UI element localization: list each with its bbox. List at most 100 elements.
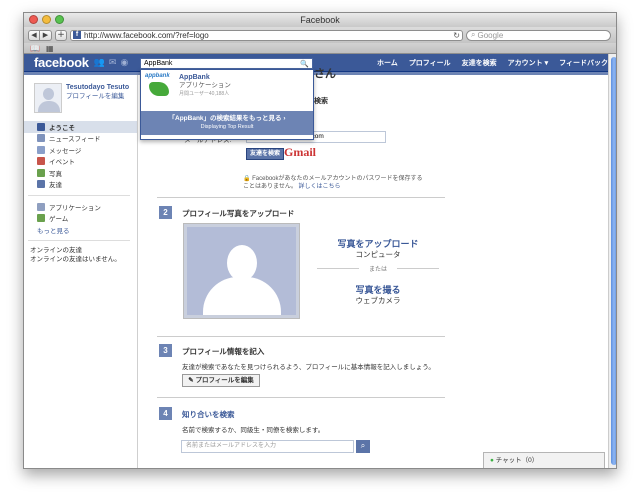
- title-bar: Facebook: [24, 13, 616, 27]
- facebook-logo[interactable]: facebook: [34, 55, 89, 70]
- silhouette-head: [227, 245, 257, 281]
- search-suggestions-dropdown: appbank AppBank アプリケーション 月間ユーザー40,188人 「…: [140, 69, 314, 140]
- upload-computer-label: コンピュータ: [355, 250, 401, 259]
- sidebar-item-events[interactable]: イベント: [24, 156, 137, 168]
- left-sidebar: Tesutodayo Tesuto プロフィールを編集 ようこそ ニュースフィー…: [24, 75, 138, 468]
- step3-number: 3: [159, 344, 172, 357]
- step-divider: [157, 336, 445, 337]
- suggestion-name: AppBank: [179, 74, 210, 81]
- or-separator: または: [317, 264, 439, 273]
- friend-search-input[interactable]: 名前またはメールアドレスを入力: [181, 440, 354, 453]
- step4-title[interactable]: 知り合いを検索: [182, 409, 235, 420]
- appbank-mascot-icon: [149, 82, 169, 96]
- messages-icon[interactable]: ✉: [109, 58, 117, 68]
- edit-profile-link[interactable]: プロフィールを編集: [66, 92, 129, 101]
- edit-profile-button[interactable]: ✎ プロフィールを編集: [182, 374, 260, 387]
- chat-bar[interactable]: ● チャット（0）: [483, 452, 605, 468]
- divider: [28, 240, 130, 241]
- chat-label: チャット（0）: [495, 457, 539, 464]
- sidebar-item-messages[interactable]: メッセージ: [24, 144, 137, 156]
- online-status-icon: ●: [490, 457, 494, 464]
- search-icon: ⌕: [471, 30, 476, 39]
- find-friends-button[interactable]: 友達を検索: [246, 148, 284, 160]
- search-icon[interactable]: 🔍: [300, 60, 309, 68]
- see-more-results[interactable]: 「AppBank」の検索結果をもっと見る › Displaying Top Re…: [141, 111, 313, 135]
- silhouette-body: [203, 277, 281, 315]
- page-heading: さん: [314, 68, 336, 80]
- calendar-icon: [37, 157, 45, 166]
- notifications-icon[interactable]: ◉: [120, 58, 128, 68]
- silhouette-image: [187, 227, 296, 315]
- appbank-logo: appbank: [145, 73, 175, 108]
- see-more-sub: Displaying Top Result: [200, 124, 254, 130]
- webcam-label: ウェブカメラ: [355, 296, 401, 305]
- online-friends: オンラインの友達 オンラインの友達はいません。: [30, 246, 137, 264]
- gmail-logo: Gmail: [284, 145, 316, 159]
- minimize-button[interactable]: [42, 15, 51, 24]
- notification-jewels: 👥 ✉ ◉: [94, 58, 129, 68]
- suggestion-users: 月間ユーザー40,188人: [179, 91, 230, 97]
- step2-title: プロフィール写真をアップロード: [182, 209, 295, 218]
- sidebar-item-welcome[interactable]: ようこそ: [24, 121, 137, 133]
- sidebar-item-games[interactable]: ゲーム: [24, 213, 137, 225]
- sidebar-item-apps[interactable]: アプリケーション: [24, 201, 137, 213]
- scrollbar[interactable]: [608, 54, 616, 468]
- close-button[interactable]: [29, 15, 38, 24]
- reload-icon[interactable]: ↻: [453, 31, 460, 40]
- suggestion-type: アプリケーション: [179, 82, 231, 89]
- privacy-line2: ことはありません。: [243, 184, 297, 190]
- sidebar-apps: アプリケーション ゲーム: [24, 201, 137, 224]
- forward-button[interactable]: ▶: [40, 29, 52, 41]
- facebook-search-input[interactable]: AppBank 🔍: [140, 58, 313, 69]
- online-friends-title[interactable]: オンラインの友達: [30, 246, 137, 255]
- step3-description: 友達が検索であなたを見つけられるよう、プロフィールに基本情報を記入しましょう。: [182, 364, 435, 371]
- back-button[interactable]: ◀: [28, 29, 40, 41]
- newsfeed-icon: [37, 134, 45, 143]
- profile-photo-placeholder[interactable]: [183, 223, 300, 319]
- scrollbar-thumb[interactable]: [611, 57, 616, 465]
- profile-summary: Tesutodayo Tesuto プロフィールを編集: [34, 83, 137, 113]
- browser-search-field[interactable]: ⌕ Google: [466, 29, 611, 41]
- privacy-notice: 🔒 Facebookがあなたのメールアカウントのパスワードを保存する ことはあり…: [243, 175, 443, 191]
- facebook-favicon-icon: f: [73, 31, 81, 39]
- sidebar-item-newsfeed[interactable]: ニュースフィード: [24, 133, 137, 145]
- url-text: http://www.facebook.com/?ref=logo: [84, 30, 209, 40]
- window-title: Facebook: [300, 15, 340, 25]
- add-bookmark-button[interactable]: +: [55, 29, 67, 41]
- user-name[interactable]: Tesutodayo Tesuto: [66, 83, 129, 92]
- suggestion-appbank[interactable]: appbank AppBank アプリケーション 月間ユーザー40,188人: [141, 70, 313, 111]
- search-query: AppBank: [144, 60, 173, 67]
- top-nav: ホーム プロフィール 友達を検索 アカウント ▾ フィードバック: [377, 54, 608, 72]
- sidebar-item-friends[interactable]: 友達: [24, 179, 137, 191]
- step1-label: 検索: [314, 98, 328, 105]
- friend-search-button[interactable]: ⌕: [356, 440, 370, 453]
- avatar[interactable]: [34, 83, 62, 113]
- nav-feedback[interactable]: フィードバック: [559, 58, 608, 68]
- friend-requests-icon[interactable]: 👥: [94, 58, 105, 68]
- browser-window: Facebook ◀ ▶ + f http://www.facebook.com…: [23, 12, 617, 469]
- step4-description: 名前で検索するか、同級生・同僚を検索します。: [182, 427, 325, 434]
- step-divider: [157, 197, 445, 198]
- address-bar[interactable]: f http://www.facebook.com/?ref=logo ↻: [70, 29, 463, 41]
- learn-more-link[interactable]: 詳しくはこちら: [299, 184, 341, 190]
- step2-number: 2: [159, 206, 172, 219]
- sidebar-item-photos[interactable]: 写真: [24, 167, 137, 179]
- nav-find-friends[interactable]: 友達を検索: [462, 58, 497, 68]
- bookmarks-book-icon[interactable]: 📖: [30, 44, 40, 53]
- divider: [28, 195, 130, 196]
- sidebar-nav: ようこそ ニュースフィード メッセージ イベント 写真 友達: [24, 121, 137, 190]
- browser-toolbar: ◀ ▶ + f http://www.facebook.com/?ref=log…: [24, 27, 616, 43]
- nav-account[interactable]: アカウント ▾: [508, 58, 548, 68]
- more-link[interactable]: もっと見る: [34, 225, 137, 235]
- nav-profile[interactable]: プロフィール: [409, 58, 451, 68]
- photo-icon: [37, 168, 45, 177]
- browser-search-placeholder: Google: [477, 30, 504, 40]
- zoom-button[interactable]: [55, 15, 64, 24]
- nav-home[interactable]: ホーム: [377, 58, 398, 68]
- bookmarks-bar: 📖 ▦: [24, 43, 616, 54]
- friends-icon: [37, 180, 45, 189]
- top-sites-grid-icon[interactable]: ▦: [46, 44, 54, 53]
- privacy-line1: 🔒 Facebookがあなたのメールアカウントのパスワードを保存する: [243, 176, 423, 182]
- facebook-icon: [37, 122, 45, 131]
- step3-title: プロフィール情報を記入: [182, 347, 265, 356]
